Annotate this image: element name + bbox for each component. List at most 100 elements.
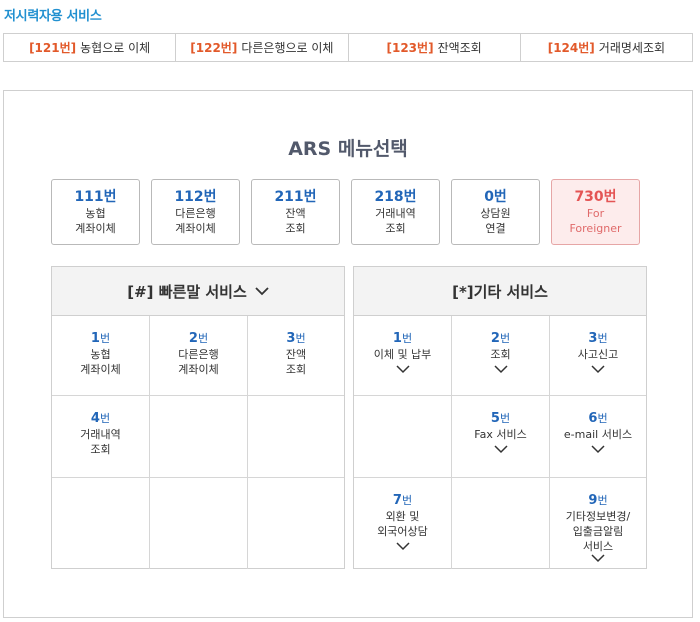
quick-service-item-2[interactable]: 2번 다른은행 계좌이체 xyxy=(150,316,248,396)
quick-service-header[interactable]: [#] 빠른말 서비스 xyxy=(52,267,344,316)
other-service-grid: 1번 이체 및 납부 2번 조회 3번 사고신고 5번 Fax 서비스 6번 e… xyxy=(354,316,646,569)
item-label: 다른은행 xyxy=(178,348,219,361)
item-number: 2번 xyxy=(188,331,209,346)
top-menu-number: [121번] xyxy=(29,41,77,55)
empty-cell xyxy=(248,396,344,478)
top-menu-label: 농협으로 이체 xyxy=(80,41,151,55)
item-number: 1번 xyxy=(392,331,413,346)
ars-button-0[interactable]: 0번 상담원 연결 xyxy=(451,179,540,245)
item-label: 사고신고 xyxy=(577,348,619,361)
item-label: Fax 서비스 xyxy=(474,428,527,441)
ars-button-label: For xyxy=(586,206,605,220)
ars-button-label: 상담원 xyxy=(480,206,511,220)
top-menu-label: 다른은행으로 이체 xyxy=(241,41,334,55)
ars-button-label: 조회 xyxy=(385,221,406,235)
top-menu-number: [123번] xyxy=(386,41,434,55)
item-label: 조회 xyxy=(285,363,307,376)
chevron-down-icon xyxy=(591,445,605,454)
quick-service-item-3[interactable]: 3번 잔액 조회 xyxy=(248,316,344,396)
ars-button-112[interactable]: 112번 다른은행 계좌이체 xyxy=(151,179,240,245)
item-number: 5번 xyxy=(490,411,511,426)
other-service-item-2[interactable]: 2번 조회 xyxy=(452,316,550,396)
ars-button-label: 계좌이체 xyxy=(175,221,216,235)
item-number: 9번 xyxy=(588,493,608,508)
top-menu-item-124[interactable]: [124번] 거래명세조회 xyxy=(521,34,692,61)
quick-service-item-1[interactable]: 1번 농협 계좌이체 xyxy=(52,316,150,396)
quick-service-item-4[interactable]: 4번 거래내역 조회 xyxy=(52,396,150,478)
chevron-down-icon xyxy=(591,554,605,563)
top-menu-item-123[interactable]: [123번] 잔액조회 xyxy=(349,34,521,61)
item-label: 거래내역 xyxy=(80,428,121,441)
other-service-title: [*]기타 서비스 xyxy=(452,282,548,301)
quick-service-grid: 1번 농협 계좌이체 2번 다른은행 계좌이체 3번 잔액 조회 4번 거래내역… xyxy=(52,316,344,569)
ars-button-label: 계좌이체 xyxy=(75,221,116,235)
chevron-down-icon xyxy=(493,445,508,454)
item-label: 계좌이체 xyxy=(80,363,121,376)
other-service-item-5[interactable]: 5번 Fax 서비스 xyxy=(452,396,550,478)
other-service-header: [*]기타 서비스 xyxy=(354,267,646,316)
other-service-box: [*]기타 서비스 1번 이체 및 납부 2번 조회 3번 사고신고 5번 Fa… xyxy=(353,266,647,569)
ars-button-211[interactable]: 211번 잔액 조회 xyxy=(251,179,340,245)
other-service-item-9[interactable]: 9번 기타정보변경/ 입출금알림 서비스 xyxy=(550,478,646,569)
empty-cell xyxy=(52,478,150,569)
other-service-item-3[interactable]: 3번 사고신고 xyxy=(550,316,646,396)
item-label: 외국어상담 xyxy=(377,525,428,538)
ars-button-number: 0번 xyxy=(484,188,507,205)
ars-button-label: 연결 xyxy=(485,221,506,235)
item-label: 조회 xyxy=(90,443,111,456)
ars-menu-panel: ARS 메뉴선택 111번 농협 계좌이체 112번 다른은행 계좌이체 211… xyxy=(3,90,693,618)
top-menu-number: [124번] xyxy=(547,41,595,55)
ars-menu-heading: ARS 메뉴선택 xyxy=(288,138,408,160)
empty-cell xyxy=(248,478,344,569)
item-label: 기타정보변경/ xyxy=(565,510,631,523)
ars-button-label: 거래내역 xyxy=(375,206,416,220)
item-number: 2번 xyxy=(490,331,511,346)
ars-button-730-foreigner[interactable]: 730번 For Foreigner xyxy=(551,179,640,245)
empty-cell xyxy=(150,396,248,478)
ars-button-number: 211번 xyxy=(274,188,317,205)
item-number: 7번 xyxy=(392,493,413,508)
ars-button-number: 111번 xyxy=(74,188,117,205)
chevron-down-icon xyxy=(591,365,605,374)
item-label: 농협 xyxy=(90,348,111,361)
item-label: e-mail 서비스 xyxy=(563,428,633,441)
item-number: 1번 xyxy=(90,331,111,346)
ars-button-111[interactable]: 111번 농협 계좌이체 xyxy=(51,179,140,245)
top-menu: [121번] 농협으로 이체 [122번] 다른은행으로 이체 [123번] 잔액조회… xyxy=(3,33,693,62)
empty-cell xyxy=(354,396,452,478)
top-menu-item-122[interactable]: [122번] 다른은행으로 이체 xyxy=(176,34,349,61)
ars-button-label: 조회 xyxy=(285,221,306,235)
ars-button-number: 112번 xyxy=(174,188,217,205)
page-title: 저시력자용 서비스 xyxy=(4,9,102,24)
ars-button-218[interactable]: 218번 거래내역 조회 xyxy=(351,179,440,245)
chevron-down-icon xyxy=(493,365,508,374)
item-number: 4번 xyxy=(90,411,111,426)
other-service-item-6[interactable]: 6번 e-mail 서비스 xyxy=(550,396,646,478)
chevron-down-icon xyxy=(395,542,410,551)
quick-service-title: [#] 빠른말 서비스 xyxy=(127,282,247,301)
item-label: 입출금알림 xyxy=(572,525,624,538)
item-number: 3번 xyxy=(286,331,306,346)
chevron-down-icon xyxy=(255,286,269,295)
item-label: 서비스 xyxy=(582,540,614,553)
ars-button-number: 730번 xyxy=(574,188,617,205)
item-label: 외환 및 xyxy=(385,510,420,523)
top-menu-number: [122번] xyxy=(190,41,238,55)
ars-button-label: 잔액 xyxy=(285,206,306,220)
ars-button-label: Foreigner xyxy=(569,221,622,235)
empty-cell xyxy=(452,478,550,569)
other-service-item-1[interactable]: 1번 이체 및 납부 xyxy=(354,316,452,396)
other-service-item-7[interactable]: 7번 외환 및 외국어상담 xyxy=(354,478,452,569)
top-menu-label: 거래명세조회 xyxy=(598,41,666,55)
empty-cell xyxy=(150,478,248,569)
item-label: 조회 xyxy=(490,348,511,361)
item-label: 계좌이체 xyxy=(178,363,219,376)
item-number: 6번 xyxy=(588,411,608,426)
top-menu-item-121[interactable]: [121번] 농협으로 이체 xyxy=(4,34,177,61)
ars-button-number: 218번 xyxy=(374,188,417,205)
top-menu-label: 잔액조회 xyxy=(437,41,482,55)
chevron-down-icon xyxy=(395,365,410,374)
item-label: 이체 및 납부 xyxy=(373,348,432,361)
item-label: 잔액 xyxy=(285,348,307,361)
ars-button-label: 농협 xyxy=(85,206,106,220)
